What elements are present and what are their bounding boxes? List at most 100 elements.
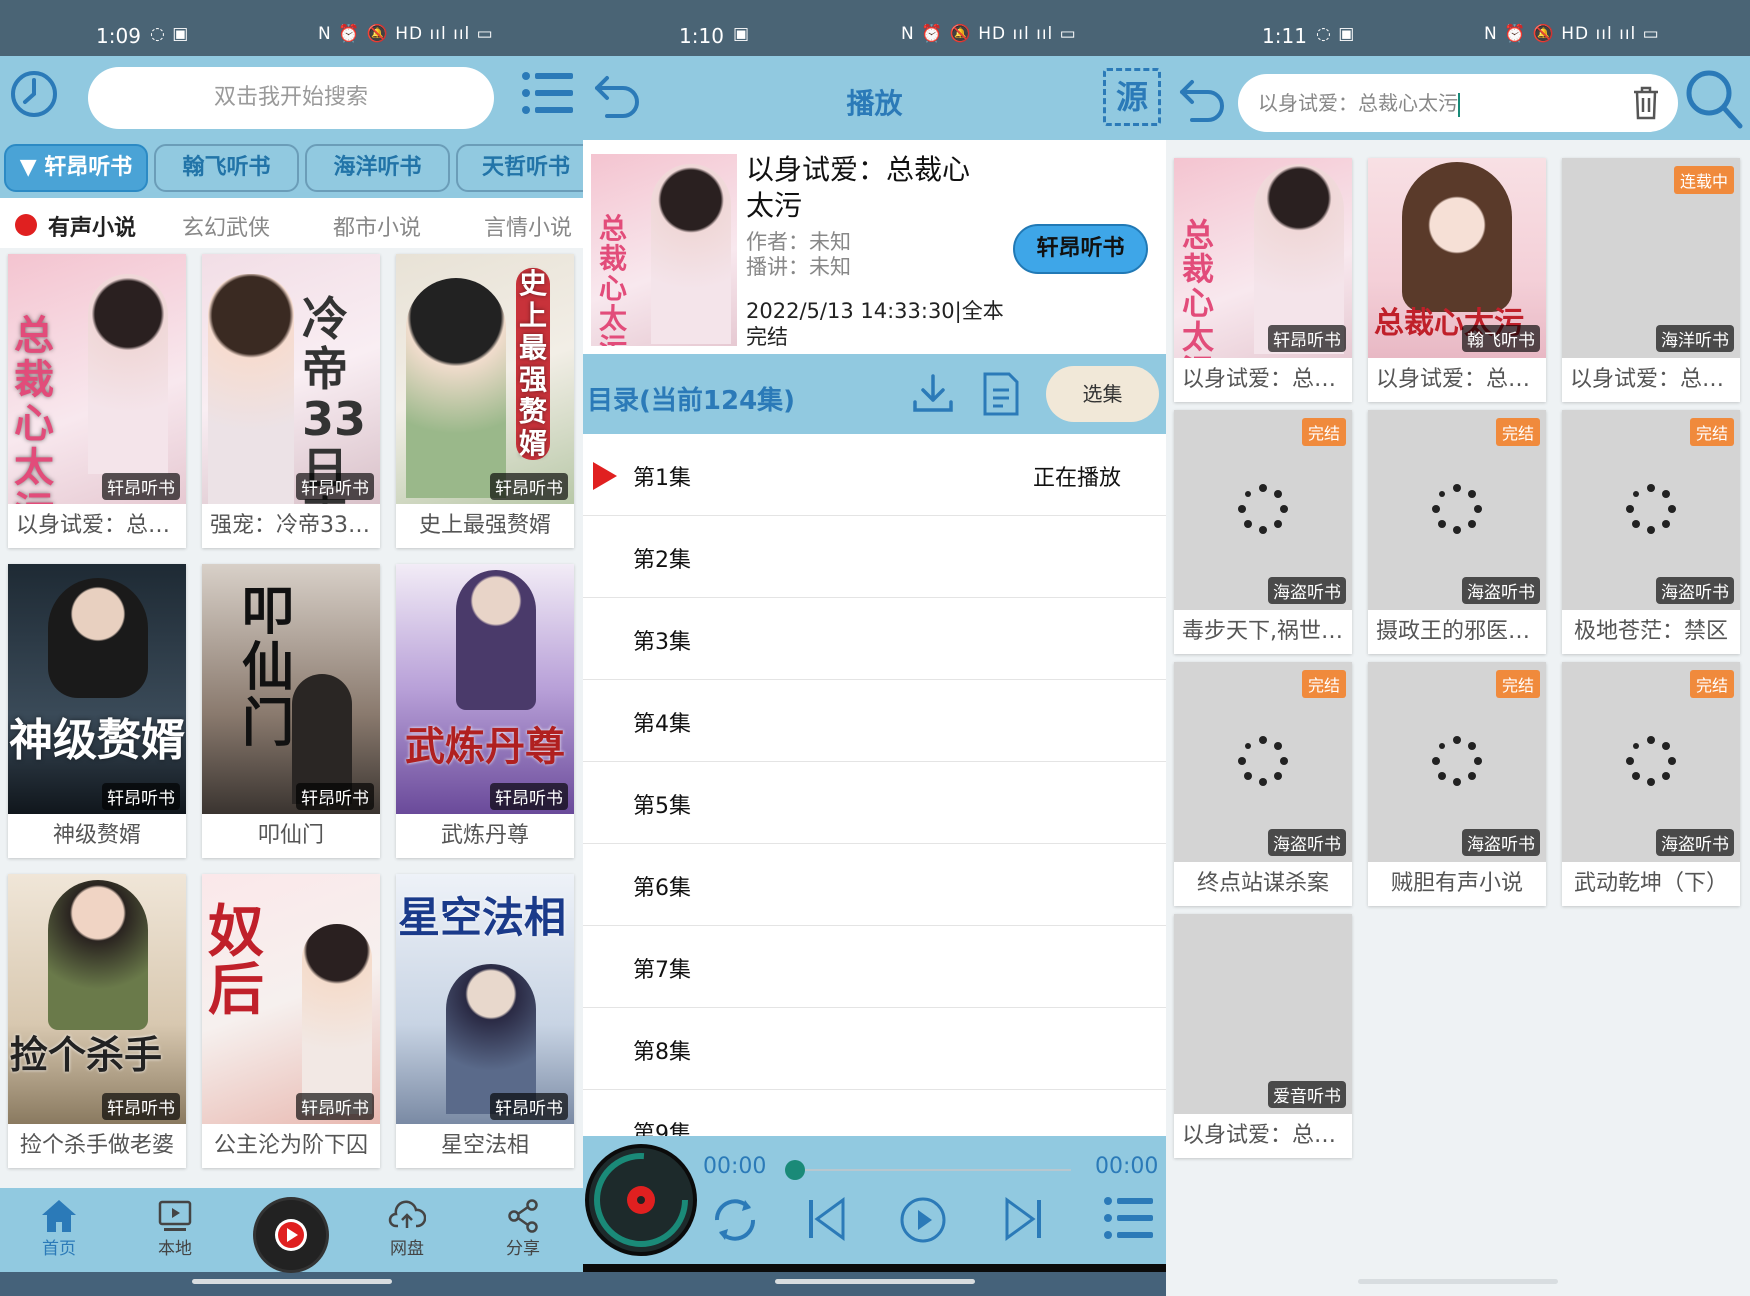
list-item[interactable]: 第1集 正在播放 <box>583 434 1166 516</box>
status-time: 1:10 <box>679 24 724 48</box>
result-card[interactable]: 爱音听书 以身试爱：总裁心太污 <box>1174 914 1352 1158</box>
cover-figure <box>651 164 731 344</box>
status-badge: 完结 <box>1495 418 1540 446</box>
tab-category-urban[interactable]: 都市小说 <box>333 210 421 242</box>
cover-figure <box>208 274 294 504</box>
progress-track[interactable] <box>793 1169 1071 1171</box>
list-item[interactable]: 第8集 <box>583 1008 1166 1090</box>
book-card[interactable]: 武炼丹尊 轩昂听书 武炼丹尊 <box>396 564 574 858</box>
share-icon <box>508 1199 538 1233</box>
source-tag: 海盗听书 <box>1268 577 1346 604</box>
result-card[interactable]: 完结 海盗听书 贼胆有声小说 <box>1368 662 1546 906</box>
result-card[interactable]: 完结 海盗听书 极地苍茫：禁区 <box>1562 410 1740 654</box>
home-indicator <box>774 1279 975 1284</box>
page-title: 播放 <box>846 87 903 120</box>
result-card[interactable]: 连载中 海洋听书 以身试爱：总裁心太污 <box>1562 158 1740 402</box>
result-card[interactable]: 总裁心太污 轩昂听书 以身试爱：总裁心太污 <box>1174 158 1352 402</box>
book-title: 摄政王的邪医毒妃 <box>1376 619 1546 644</box>
list-item[interactable]: 第2集 <box>583 516 1166 598</box>
source-tag: 轩昂听书 <box>102 783 180 810</box>
tab-category-fantasy[interactable]: 玄幻武侠 <box>182 210 270 242</box>
menu-icon[interactable] <box>520 70 574 116</box>
nav-cloud[interactable]: 网盘 <box>372 1198 442 1259</box>
local-video-icon <box>158 1200 192 1231</box>
vinyl-record-icon[interactable] <box>585 1144 697 1256</box>
nav-local[interactable]: 本地 <box>140 1198 210 1259</box>
next-icon[interactable] <box>1003 1196 1043 1242</box>
result-card[interactable]: 总裁心太污 翰飞听书 以身试爱：总裁心太污 <box>1368 158 1546 402</box>
trash-icon[interactable] <box>1632 86 1660 120</box>
book-card[interactable]: 冷帝33日索情 轩昂听书 强宠：冷帝33日索情 <box>202 254 380 548</box>
list-item[interactable]: 第3集 <box>583 598 1166 680</box>
search-input[interactable]: 双击我开始搜索 <box>88 67 494 129</box>
result-card[interactable]: 完结 海盗听书 毒步天下,祸世妖妃 <box>1174 410 1352 654</box>
book-card[interactable]: 星空法相 轩昂听书 星空法相 <box>396 874 574 1168</box>
search-field[interactable]: 以身试爱：总裁心太污 <box>1238 74 1678 132</box>
tab-category-audio-novel[interactable]: 有声小说 <box>48 210 136 242</box>
source-tag: 爱音听书 <box>1268 1081 1346 1108</box>
tab-source-xuanang[interactable]: ▼ 轩昂听书 <box>4 144 148 192</box>
play-icon[interactable] <box>899 1196 947 1244</box>
book-card[interactable]: 奴后 轩昂听书 公主沦为阶下囚 <box>202 874 380 1168</box>
book-cover: 连载中 海洋听书 <box>1562 158 1740 358</box>
search-appbar: 以身试爱：总裁心太污 <box>1166 56 1750 140</box>
book-title: 毒步天下,祸世妖妃 <box>1182 619 1352 644</box>
now-playing-disc[interactable] <box>256 1200 326 1270</box>
cover-figure <box>1402 162 1512 312</box>
loading-spinner-icon <box>1238 736 1288 786</box>
book-title: 捡个杀手做老婆 <box>19 1133 174 1158</box>
tab-source-tianzhe[interactable]: 天哲听书 <box>456 144 583 192</box>
status-badge: 完结 <box>1495 670 1540 698</box>
previous-icon[interactable] <box>807 1196 847 1242</box>
nav-home[interactable]: 首页 <box>24 1198 94 1259</box>
book-card[interactable]: 总裁心太污 轩昂听书 以身试爱：总裁心太污 <box>8 254 186 548</box>
bottom-nav: 首页 本地 网盘 分享 <box>0 1188 583 1272</box>
cover-title: 奴后 <box>208 900 264 1023</box>
tab-source-haiyang[interactable]: 海洋听书 <box>305 144 450 192</box>
book-cover: 史上最强赘婿 轩昂听书 <box>396 254 574 504</box>
repeat-icon[interactable] <box>707 1194 763 1246</box>
result-card[interactable]: 完结 海盗听书 武动乾坤（下） <box>1562 662 1740 906</box>
playlist-icon[interactable] <box>1103 1196 1155 1240</box>
status-icons-right: N ⏰ 🔕 HD ııl ııl ▭ <box>318 24 494 44</box>
tab-source-hanfei[interactable]: 翰飞听书 <box>154 144 299 192</box>
book-card[interactable]: 史上最强赘婿 轩昂听书 史上最强赘婿 <box>396 254 574 548</box>
progress-knob[interactable] <box>785 1160 805 1180</box>
tab-category-romance[interactable]: 言情小说 <box>484 210 572 242</box>
download-icon[interactable] <box>911 372 955 416</box>
result-card[interactable]: 完结 海盗听书 终点站谋杀案 <box>1174 662 1352 906</box>
list-item[interactable]: 第6集 <box>583 844 1166 926</box>
book-card[interactable]: 捡个杀手 轩昂听书 捡个杀手做老婆 <box>8 874 186 1168</box>
book-card[interactable]: 叩仙门 轩昂听书 叩仙门 <box>202 564 380 858</box>
cover-figure <box>48 880 148 1030</box>
book-title: 终点站谋杀案 <box>1196 871 1329 896</box>
list-item[interactable]: 第9集 <box>583 1090 1166 1138</box>
cover-title: 总裁心太污 <box>14 313 54 504</box>
source-tag: 海洋听书 <box>1656 325 1734 352</box>
loading-spinner-icon <box>1432 736 1482 786</box>
list-item[interactable]: 第5集 <box>583 762 1166 844</box>
status-icons-left: ◌ ▣ <box>1316 24 1356 44</box>
cover-figure <box>302 924 372 1114</box>
source-switch-icon[interactable]: 源 <box>1103 68 1161 126</box>
source-tag: 轩昂听书 <box>490 1093 568 1120</box>
document-icon[interactable] <box>979 370 1023 418</box>
episode-list: 第1集 正在播放 第2集 第3集 第4集 第5集 第6集 第7集 第8集 第9集 <box>583 434 1166 1138</box>
history-clock-icon[interactable] <box>8 68 60 120</box>
cover-figure <box>406 278 506 498</box>
select-episode-button[interactable]: 选集 <box>1046 366 1159 422</box>
book-cover: 完结 海盗听书 <box>1368 410 1546 610</box>
nav-share[interactable]: 分享 <box>488 1198 558 1259</box>
list-item[interactable]: 第7集 <box>583 926 1166 1008</box>
book-cover: 总裁心太污 轩昂听书 <box>8 254 186 504</box>
book-card[interactable]: 神级赘婿 轩昂听书 神级赘婿 <box>8 564 186 858</box>
back-icon[interactable] <box>1176 76 1230 126</box>
search-icon[interactable] <box>1684 68 1744 130</box>
book-title: 贼胆有声小说 <box>1390 871 1523 896</box>
book-cover: 完结 海盗听书 <box>1562 410 1740 610</box>
result-card[interactable]: 完结 海盗听书 摄政王的邪医毒妃 <box>1368 410 1546 654</box>
list-item[interactable]: 第4集 <box>583 680 1166 762</box>
source-button[interactable]: 轩昂听书 <box>1013 224 1148 274</box>
now-playing-label: 正在播放 <box>1033 466 1122 491</box>
book-cover: 总裁心太污 翰飞听书 <box>1368 158 1546 358</box>
